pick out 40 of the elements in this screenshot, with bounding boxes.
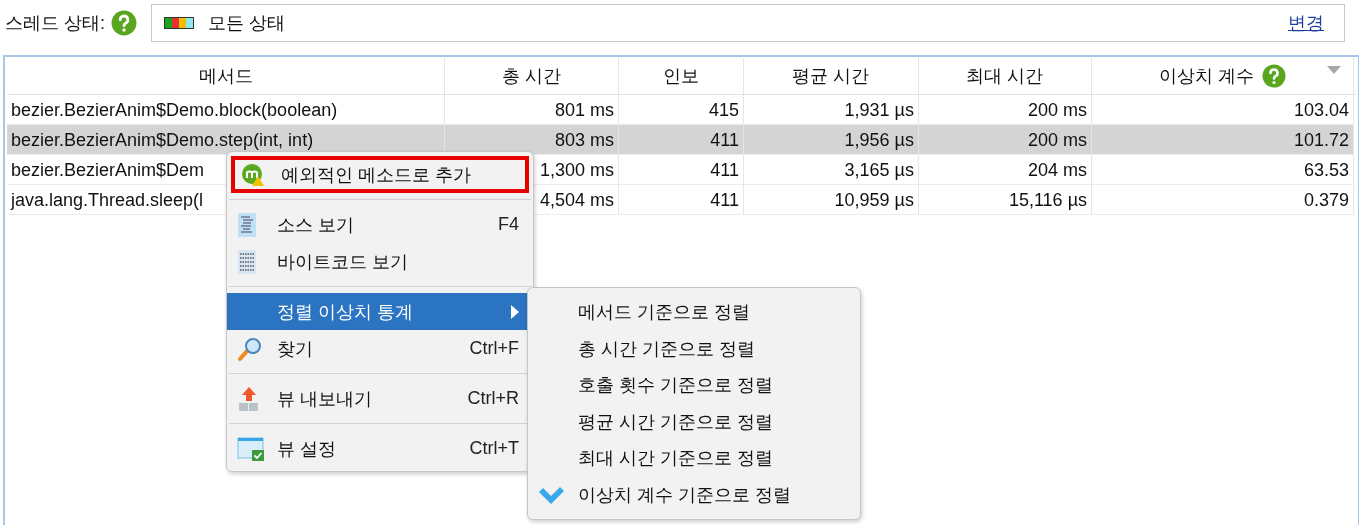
table-cell[interactable]: 411 <box>619 125 744 155</box>
menu-item[interactable]: 호출 횟수 기준으로 정렬 <box>528 367 860 404</box>
menu-item[interactable]: 총 시간 기준으로 정렬 <box>528 330 860 367</box>
column-header[interactable]: 최대 시간 <box>919 58 1092 94</box>
help-icon[interactable] <box>111 10 137 36</box>
change-link[interactable]: 변경 <box>1288 11 1324 35</box>
help-icon[interactable] <box>1262 64 1286 88</box>
column-header[interactable]: 메서드 <box>7 58 445 94</box>
menu-item[interactable]: 이상치 계수 기준으로 정렬 <box>528 476 860 513</box>
table-cell[interactable]: 63.53 <box>1092 155 1354 185</box>
table-cell[interactable]: 15,116 µs <box>919 185 1092 215</box>
table-cell[interactable]: 411 <box>619 155 744 185</box>
table-cell[interactable]: 200 ms <box>919 125 1092 155</box>
menu-item[interactable]: 평균 시간 기준으로 정렬 <box>528 403 860 440</box>
m-badge-warning-icon <box>241 162 265 187</box>
menu-item[interactable]: 최대 시간 기준으로 정렬 <box>528 440 860 477</box>
export-icon <box>237 385 261 412</box>
state-colors-icon <box>164 17 194 29</box>
table-cell[interactable]: 3,165 µs <box>744 155 919 185</box>
thread-state-label: 스레드 상태: <box>5 12 105 35</box>
view-settings-icon <box>237 435 265 462</box>
table-cell[interactable]: 0.379 <box>1092 185 1354 215</box>
column-header[interactable]: 평균 시간 <box>744 58 919 94</box>
search-icon <box>237 335 263 362</box>
table-cell[interactable]: 411 <box>619 185 744 215</box>
column-header[interactable]: 이상치 계수 <box>1092 58 1354 94</box>
table-cell[interactable]: 10,959 µs <box>744 185 919 215</box>
menu-item[interactable]: 소스 보기 F4 <box>227 206 533 243</box>
thread-state-field[interactable]: 모든 상태 변경 <box>151 4 1345 42</box>
column-header[interactable]: 인보 <box>619 58 744 94</box>
table-cell[interactable]: bezier.BezierAnim$Demo.step(int, int) <box>7 125 445 155</box>
menu-item[interactable]: 예외적인 메소드로 추가 <box>231 156 529 193</box>
column-header[interactable]: 총 시간 <box>445 58 619 94</box>
table-cell[interactable]: 101.72 <box>1092 125 1354 155</box>
table-cell[interactable]: 204 ms <box>919 155 1092 185</box>
source-file-icon <box>237 211 257 238</box>
binary-file-icon <box>237 248 257 275</box>
menu-item[interactable]: 바이트코드 보기 <box>227 243 533 280</box>
table-cell[interactable]: 803 ms <box>445 125 619 155</box>
table-cell[interactable]: 1,956 µs <box>744 125 919 155</box>
